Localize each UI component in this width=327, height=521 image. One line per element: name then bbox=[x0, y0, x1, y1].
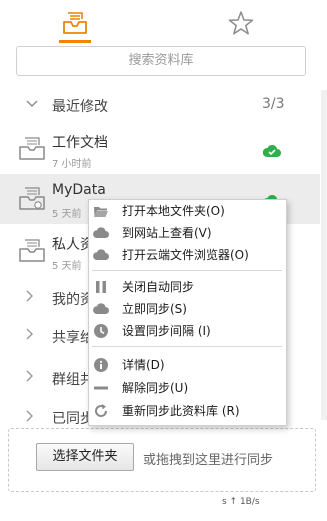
menu-label: 解除同步(U) bbox=[122, 381, 189, 395]
active-tab-indicator bbox=[59, 40, 91, 43]
menu-separator bbox=[92, 346, 282, 347]
minus-icon bbox=[93, 380, 109, 396]
scrollbar[interactable] bbox=[321, 90, 327, 420]
drop-hint-text: 或拖拽到这里进行同步 bbox=[143, 453, 274, 468]
menu-label: 立即同步(S) bbox=[122, 302, 187, 316]
section-count: 3/3 bbox=[262, 96, 285, 112]
transfer-rate-text: s ↑ 1B/s bbox=[222, 497, 260, 507]
library-encrypted-icon bbox=[18, 186, 46, 212]
cloud-icon bbox=[93, 301, 109, 317]
library-time: 5 天前 bbox=[52, 209, 82, 220]
folder-open-icon bbox=[93, 203, 109, 219]
info-icon bbox=[93, 357, 109, 373]
menu-item-sync-now[interactable] bbox=[89, 298, 286, 320]
cloud-check-icon bbox=[262, 143, 281, 157]
library-name: 工作文档 bbox=[52, 135, 108, 151]
menu-label: 重新同步此资料库 (R) bbox=[122, 404, 240, 418]
cloud-icon bbox=[93, 225, 109, 241]
library-time: 5 天前 bbox=[52, 261, 82, 272]
menu-label: 设置同步间隔 (I) bbox=[122, 324, 211, 338]
choose-folder-button[interactable]: 选择文件夹 bbox=[36, 443, 134, 471]
inbox-tray-icon[interactable] bbox=[62, 10, 88, 36]
chevron-down-icon[interactable] bbox=[26, 98, 38, 111]
pause-icon bbox=[93, 279, 109, 295]
chevron-right-icon[interactable] bbox=[26, 328, 34, 343]
top-tab-bar bbox=[0, 0, 327, 44]
cloud-icon bbox=[93, 247, 109, 263]
library-time: 7 小时前 bbox=[52, 159, 92, 170]
library-name: MyData bbox=[52, 182, 106, 198]
menu-label: 到网站上查看(V) bbox=[122, 226, 212, 240]
search-input[interactable]: 搜索资料库 bbox=[16, 46, 306, 76]
menu-label: 打开本地文件夹(O) bbox=[122, 204, 225, 218]
clock-icon bbox=[93, 323, 109, 339]
chevron-right-icon[interactable] bbox=[26, 290, 34, 305]
menu-label: 详情(D) bbox=[122, 358, 165, 372]
section-title: 最近修改 bbox=[52, 99, 108, 115]
library-icon bbox=[18, 238, 46, 264]
menu-separator bbox=[92, 270, 282, 271]
menu-label: 关闭自动同步 bbox=[122, 280, 195, 294]
chevron-right-icon[interactable] bbox=[26, 410, 34, 425]
menu-item-details[interactable] bbox=[89, 354, 286, 376]
library-icon bbox=[18, 136, 46, 162]
star-icon[interactable] bbox=[228, 10, 254, 36]
status-bar bbox=[0, 494, 327, 521]
refresh-icon bbox=[93, 403, 109, 419]
menu-label: 打开云端文件浏览器(O) bbox=[122, 248, 249, 262]
chevron-right-icon[interactable] bbox=[26, 370, 34, 385]
